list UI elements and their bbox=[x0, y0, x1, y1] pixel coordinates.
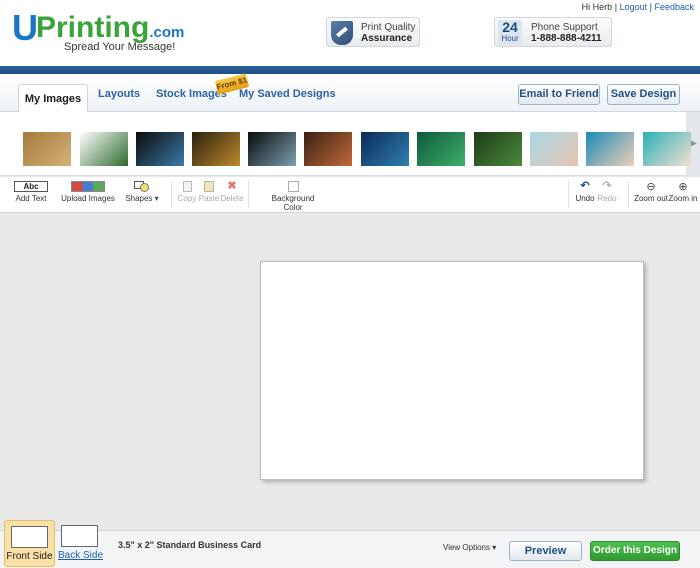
tab-layouts[interactable]: Layouts bbox=[98, 88, 140, 100]
preview-button[interactable]: Preview bbox=[509, 541, 582, 561]
tab-saved-designs[interactable]: My Saved Designs bbox=[239, 88, 336, 100]
logo-com: .com bbox=[149, 24, 185, 41]
thumb-jelly-pale[interactable] bbox=[530, 132, 578, 166]
logout-link[interactable]: Logout bbox=[620, 2, 648, 12]
background-color-button[interactable]: Background Color bbox=[262, 181, 324, 212]
save-design-button[interactable]: Save Design bbox=[607, 84, 680, 105]
card-size-label: 3.5" x 2" Standard Business Card bbox=[118, 540, 262, 550]
add-text-label: Add Text bbox=[15, 194, 47, 203]
undo-label: Undo bbox=[575, 194, 595, 203]
delete-label: Delete bbox=[220, 194, 244, 203]
delete-icon: ✖ bbox=[227, 180, 237, 192]
color-swatch-icon bbox=[287, 181, 299, 192]
bottom-bar: Front Side Back Side 3.5" x 2" Standard … bbox=[0, 520, 700, 568]
print-quality-badge[interactable]: Print Quality Assurance bbox=[326, 17, 420, 47]
site-header: UPrinting.com Spread Your Message! Hi He… bbox=[0, 0, 700, 66]
hour-label: Hour bbox=[501, 34, 519, 43]
background-color-label: Background Color bbox=[271, 194, 315, 212]
back-side-preview bbox=[61, 525, 98, 547]
redo-button[interactable]: ↷ Redo bbox=[596, 180, 618, 204]
tagline: Spread Your Message! bbox=[64, 41, 176, 53]
user-bar: Hi Herb | Logout | Feedback bbox=[582, 2, 694, 12]
separator: | bbox=[649, 2, 652, 12]
greeting: Hi Herb bbox=[581, 2, 613, 12]
undo-icon: ↶ bbox=[580, 180, 590, 192]
chevron-down-icon: ▾ bbox=[492, 543, 497, 552]
zoom-in-label: Zoom in bbox=[668, 194, 698, 203]
quality-line1: Print Quality bbox=[361, 22, 416, 33]
thumb-text-banner[interactable] bbox=[80, 132, 128, 166]
upload-images-button[interactable]: Upload Images bbox=[60, 181, 116, 203]
image-strip: ▶ bbox=[0, 112, 700, 176]
back-side-tab[interactable]: Back Side bbox=[57, 520, 104, 567]
shapes-dropdown[interactable]: Shapes ▾ bbox=[122, 181, 162, 203]
thumb-fish[interactable] bbox=[248, 132, 296, 166]
copy-icon bbox=[182, 181, 192, 192]
images-icon bbox=[71, 181, 105, 192]
thumb-shell[interactable] bbox=[304, 132, 352, 166]
logo-u: U bbox=[12, 7, 38, 48]
tab-my-images[interactable]: My Images bbox=[18, 84, 88, 113]
copy-button[interactable]: Copy bbox=[176, 181, 198, 203]
business-card-canvas[interactable] bbox=[260, 261, 644, 480]
tabs-bar: My Images Layouts Stock Images From $1 M… bbox=[0, 73, 700, 113]
divider bbox=[171, 181, 172, 208]
paste-button[interactable]: Paste bbox=[198, 181, 220, 203]
delete-button[interactable]: ✖ Delete bbox=[220, 180, 244, 204]
support-phone: 1-888-888-4211 bbox=[531, 33, 602, 44]
view-options-label: View Options bbox=[443, 543, 490, 552]
front-side-label: Front Side bbox=[6, 551, 53, 562]
editor-toolbar: Abc Add Text Upload Images Shapes ▾ Copy… bbox=[0, 177, 700, 213]
chevron-down-icon: ▾ bbox=[154, 194, 159, 203]
thumb-underwater-green[interactable] bbox=[417, 132, 465, 166]
copy-label: Copy bbox=[177, 194, 197, 203]
paste-label: Paste bbox=[198, 194, 220, 203]
zoom-in-button[interactable]: ⊕ Zoom in bbox=[668, 181, 698, 203]
shapes-icon bbox=[134, 181, 150, 192]
upload-images-label: Upload Images bbox=[61, 194, 115, 203]
text-icon: Abc bbox=[14, 181, 48, 192]
add-text-button[interactable]: Abc Add Text bbox=[12, 181, 50, 203]
back-side-label: Back Side bbox=[57, 550, 104, 561]
zoom-out-icon: ⊖ bbox=[646, 180, 656, 193]
phone-support-badge[interactable]: 24 Hour Phone Support 1-888-888-4211 bbox=[494, 17, 612, 47]
shield-icon bbox=[331, 21, 353, 45]
shapes-label: Shapes bbox=[125, 194, 153, 203]
paste-icon bbox=[204, 181, 214, 192]
feedback-link[interactable]: Feedback bbox=[654, 2, 694, 12]
quality-line2: Assurance bbox=[361, 33, 413, 44]
divider bbox=[568, 181, 569, 208]
undo-button[interactable]: ↶ Undo bbox=[574, 180, 596, 204]
thumb-turtle[interactable] bbox=[361, 132, 409, 166]
divider bbox=[248, 181, 249, 208]
separator: | bbox=[614, 2, 618, 12]
view-options-dropdown[interactable]: View Options ▾ bbox=[443, 543, 496, 552]
hour-number: 24 bbox=[502, 19, 518, 35]
designer-app: UPrinting.com Spread Your Message! Hi He… bbox=[0, 0, 700, 568]
redo-label: Redo bbox=[597, 194, 617, 203]
order-design-button[interactable]: Order this Design bbox=[590, 541, 680, 561]
thumb-wreck[interactable] bbox=[474, 132, 522, 166]
divider bbox=[628, 181, 629, 208]
zoom-out-label: Zoom out bbox=[634, 194, 668, 203]
thumb-jelly-teal[interactable] bbox=[643, 132, 691, 166]
thumb-shark[interactable] bbox=[136, 132, 184, 166]
design-workspace bbox=[0, 214, 700, 530]
zoom-out-button[interactable]: ⊖ Zoom out bbox=[634, 181, 668, 203]
zoom-in-icon: ⊕ bbox=[678, 180, 688, 193]
thumb-sepia-photo[interactable] bbox=[23, 132, 71, 166]
thumb-diver-poster[interactable] bbox=[192, 132, 240, 166]
redo-icon: ↷ bbox=[602, 180, 612, 192]
support-line1: Phone Support bbox=[531, 22, 598, 33]
header-divider bbox=[0, 66, 700, 74]
clock-24-icon: 24 Hour bbox=[498, 20, 522, 45]
front-side-tab[interactable]: Front Side bbox=[4, 520, 55, 567]
thumb-jelly-blue[interactable] bbox=[586, 132, 634, 166]
front-side-preview bbox=[11, 526, 48, 548]
email-to-friend-button[interactable]: Email to Friend bbox=[518, 84, 600, 105]
